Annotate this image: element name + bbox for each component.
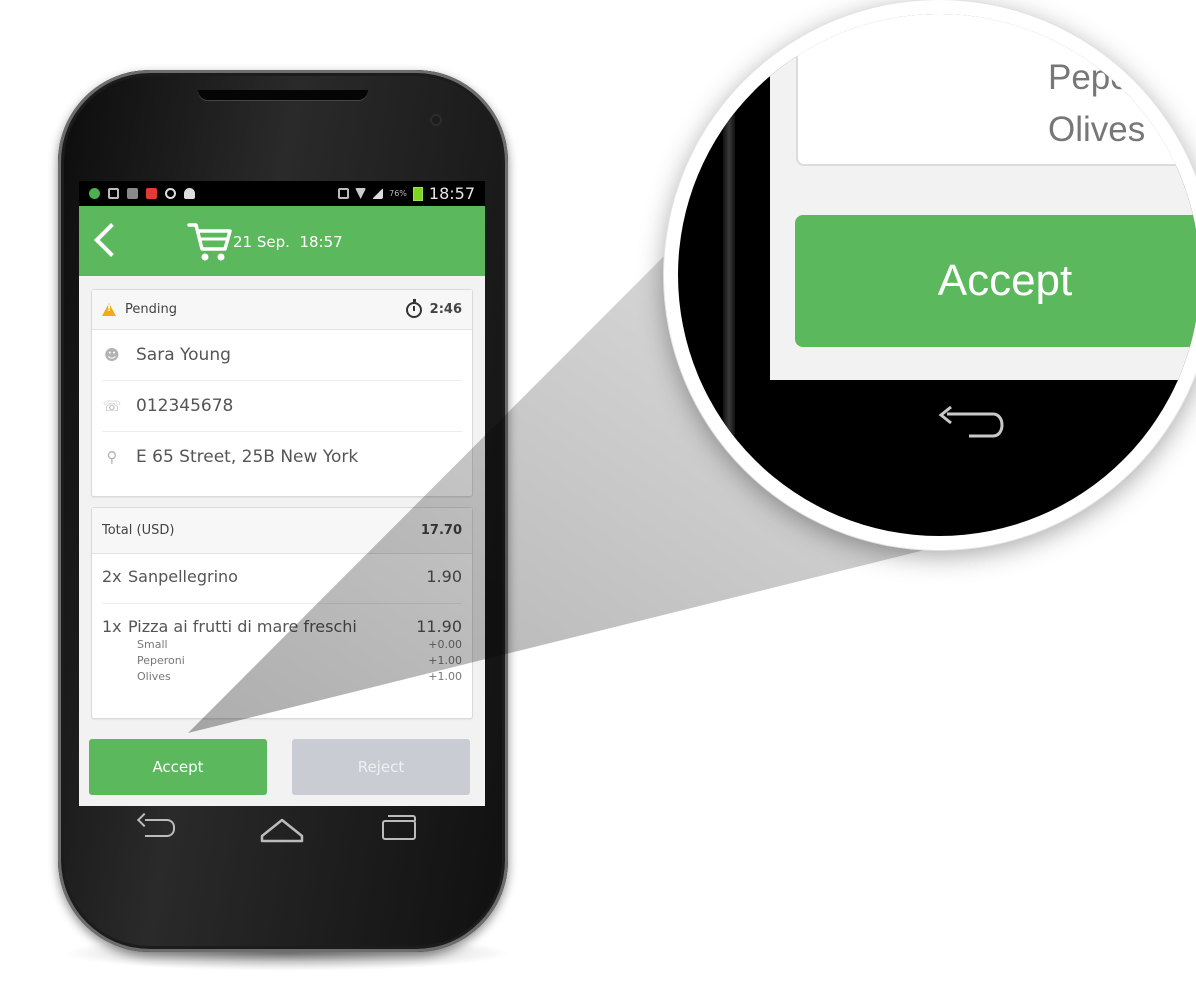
app-icon xyxy=(127,188,138,199)
accept-button[interactable]: Accept xyxy=(89,739,267,795)
status-bar: 76% 18:57 xyxy=(79,181,485,206)
wifi-icon xyxy=(355,188,367,199)
status-label: Pending xyxy=(125,302,177,317)
magnified-modifier: Olives xyxy=(1048,110,1146,149)
address[interactable]: E 65 Street, 25B New York xyxy=(136,447,358,467)
modifier-name: Small xyxy=(137,638,168,651)
phone-screen: 76% 18:57 21 Sep. 18:57 Pending 2:46 xyxy=(79,181,485,806)
earpiece xyxy=(198,90,368,100)
signal-icon xyxy=(372,188,384,199)
modifier-row: Peperoni +1.00 xyxy=(137,654,462,670)
battery-icon xyxy=(412,186,423,201)
total-label: Total (USD) xyxy=(102,523,175,538)
status-time: 18:57 xyxy=(428,184,475,203)
order-time: 18:57 xyxy=(299,233,343,251)
address-row[interactable]: ⚲ E 65 Street, 25B New York xyxy=(102,432,462,482)
phone-number[interactable]: 012345678 xyxy=(136,396,233,416)
magnified-view: Peperoni Olives Accept xyxy=(678,14,1196,536)
item-price: 11.90 xyxy=(416,617,462,636)
whatsapp-icon xyxy=(165,188,176,199)
phone-row[interactable]: ☏ 012345678 xyxy=(102,381,462,432)
modifier-price: +0.00 xyxy=(428,638,462,651)
status-header: Pending 2:46 xyxy=(92,290,472,330)
person-icon: ☻ xyxy=(104,346,120,364)
reject-button[interactable]: Reject xyxy=(292,739,470,795)
item-qty: 1x xyxy=(102,617,122,636)
order-item: 2x Sanpellegrino 1.90 xyxy=(102,554,462,604)
app-red-icon xyxy=(146,188,157,199)
chevron-left-icon[interactable] xyxy=(94,223,128,257)
item-modifiers: Small +0.00 Peperoni +1.00 Olives +1.00 xyxy=(137,638,462,686)
nav-home-icon[interactable] xyxy=(259,816,305,844)
customer-name-row: ☻ Sara Young xyxy=(102,330,462,381)
front-camera xyxy=(430,114,442,126)
phone-bezel-edge xyxy=(723,14,735,536)
order-datetime: 21 Sep. 18:57 xyxy=(233,233,343,251)
nav-recent-apps-icon[interactable] xyxy=(382,815,416,840)
modifier-row: Small +0.00 xyxy=(137,638,462,654)
magnified-back-icon xyxy=(938,406,1004,438)
magnified-modifier: Peperoni xyxy=(1048,58,1189,97)
modifier-price: +1.00 xyxy=(428,670,462,683)
item-price: 1.90 xyxy=(426,567,462,586)
customer-name: Sara Young xyxy=(136,345,231,365)
location-pin-icon: ⚲ xyxy=(106,448,118,466)
stopwatch-icon xyxy=(405,298,422,318)
total-value: 17.70 xyxy=(420,523,462,538)
modifier-name: Peperoni xyxy=(137,654,185,667)
modifier-row: Olives +1.00 xyxy=(137,670,462,686)
order-items-card: Total (USD) 17.70 2x Sanpellegrino 1.90 … xyxy=(91,507,473,719)
nav-back-icon[interactable] xyxy=(145,819,175,837)
alarm-icon xyxy=(108,188,119,199)
battery-percent: 76% xyxy=(389,189,407,198)
phone-icon: ☏ xyxy=(102,397,122,415)
notification-icons xyxy=(89,188,195,199)
magnified-card: Peperoni Olives xyxy=(796,14,1196,166)
customer-card: Pending 2:46 ☻ Sara Young ☏ 012345678 ⚲ … xyxy=(91,289,473,497)
status-right: 76% 18:57 xyxy=(338,184,475,203)
magnified-accept-button[interactable]: Accept xyxy=(795,215,1196,347)
total-header: Total (USD) 17.70 xyxy=(92,508,472,554)
shield-icon xyxy=(89,188,100,199)
alarm-clock-icon xyxy=(338,188,350,199)
order-item: 1x Pizza ai frutti di mare freschi 11.90 xyxy=(102,604,462,638)
user-icon xyxy=(184,188,195,199)
magnifier-circle: Peperoni Olives Accept xyxy=(678,14,1196,536)
order-date: 21 Sep. xyxy=(233,233,290,251)
warning-icon xyxy=(102,303,116,316)
android-nav-bar xyxy=(79,806,485,854)
app-bar: 21 Sep. 18:57 xyxy=(79,206,485,276)
item-name: Pizza ai frutti di mare freschi xyxy=(128,617,357,636)
timer-value: 2:46 xyxy=(429,302,462,317)
modifier-price: +1.00 xyxy=(428,654,462,667)
modifier-name: Olives xyxy=(137,670,171,683)
item-name: Sanpellegrino xyxy=(128,567,238,586)
timer: 2:46 xyxy=(405,298,462,318)
cart-icon xyxy=(187,223,232,261)
item-qty: 2x xyxy=(102,567,122,586)
